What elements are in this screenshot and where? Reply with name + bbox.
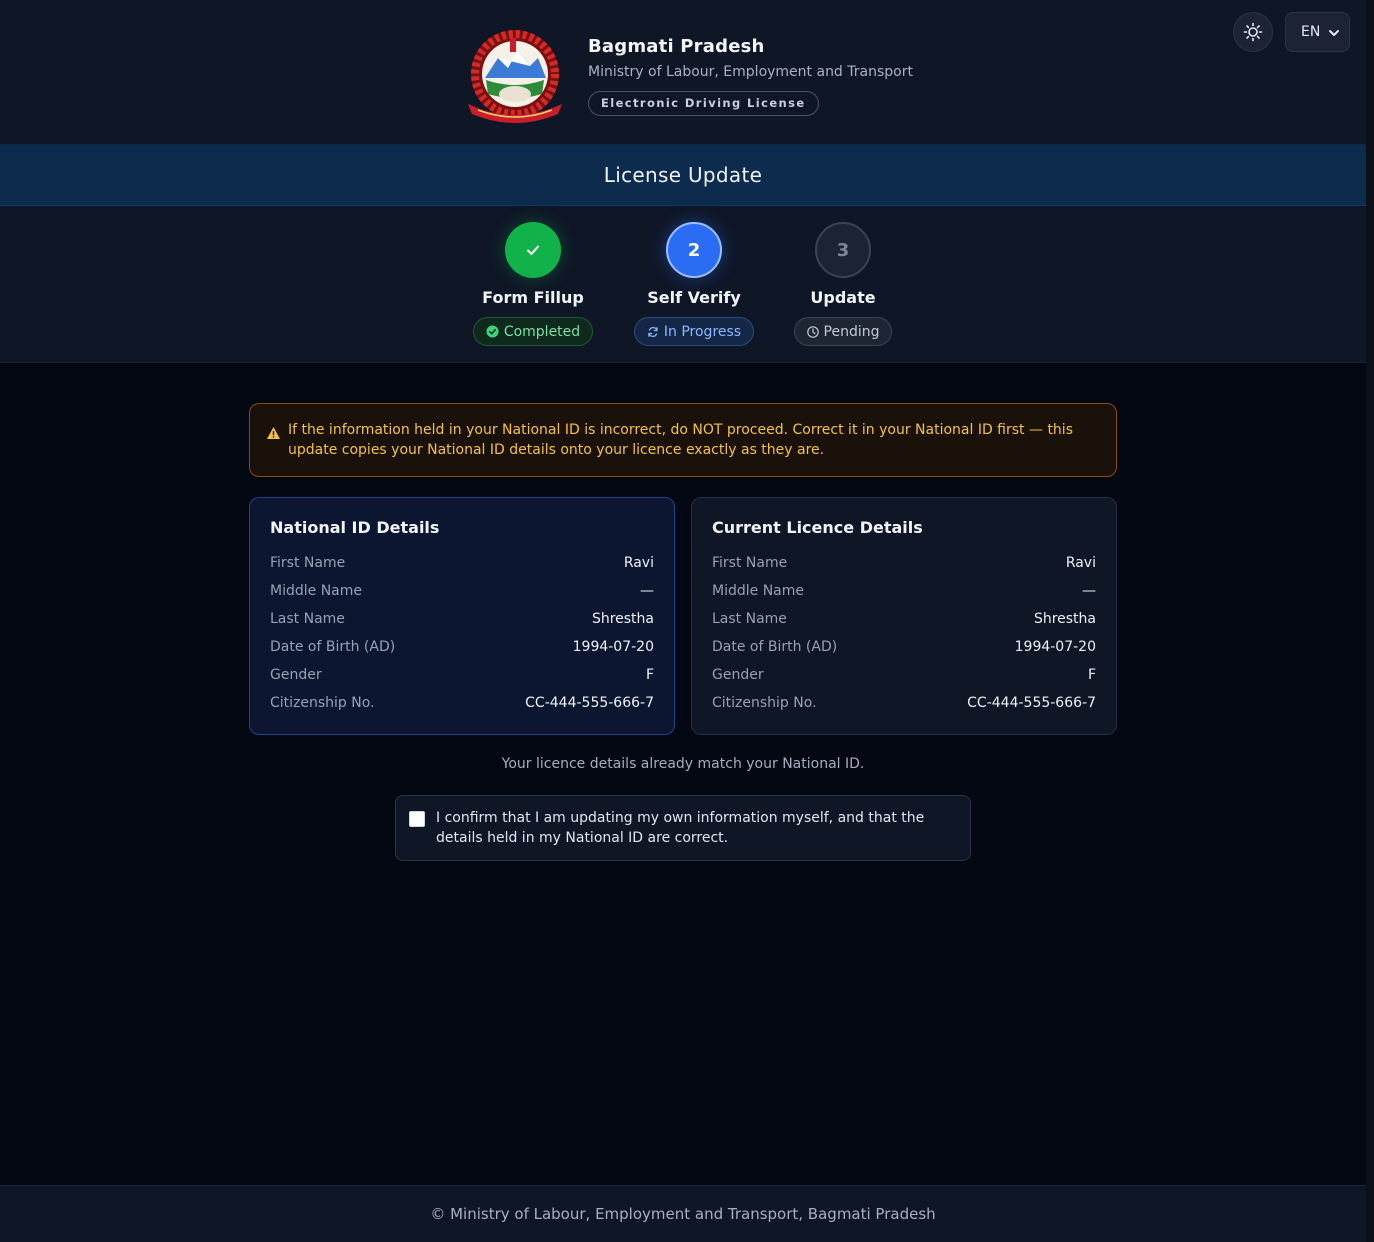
scrollbar[interactable] [1366,0,1374,1242]
detail-label: Last Name [712,611,787,627]
page: Bagmati Pradesh Ministry of Labour, Empl… [0,0,1366,1242]
detail-value: CC-444-555-666-7 [525,695,654,711]
detail-row: Last Name Shrestha [712,605,1096,633]
detail-value: 1994-07-20 [1014,639,1096,655]
step-3-label: Update [810,288,876,307]
step-3-status-badge: Pending [793,317,893,346]
theme-toggle-button[interactable] [1233,12,1273,52]
footer-text: © Ministry of Labour, Employment and Tra… [430,1205,936,1223]
emblem-logo [468,30,562,123]
current-licence-title: Current Licence Details [712,518,923,537]
detail-label: Gender [270,667,322,683]
step-3-circle: 3 [815,222,871,278]
detail-row: Date of Birth (AD) 1994-07-20 [270,633,654,661]
language-value: EN [1301,24,1321,40]
step-2-label: Self Verify [647,288,741,307]
detail-label: Middle Name [712,583,804,599]
warning-alert: If the information held in your National… [249,403,1117,477]
detail-value: Shrestha [1033,611,1096,627]
confirm-text: I confirm that I am updating my own info… [436,810,925,846]
language-select[interactable]: EN [1285,12,1350,52]
brand-pill: Electronic Driving License [588,91,819,116]
detail-label: First Name [712,555,788,571]
detail-value: Ravi [623,555,654,571]
detail-label: Gender [712,667,764,683]
step-2-status: In Progress [663,323,742,340]
sun-icon [1243,22,1263,42]
check-circle-icon [486,325,499,338]
detail-label: Citizenship No. [712,695,817,711]
progress-stepper: Form Fillup Completed 2 Self Verify In P… [0,206,1366,363]
detail-label: Date of Birth (AD) [270,639,396,655]
match-note: Your licence details already match your … [501,756,865,772]
page-title: License Update [603,163,763,187]
step-self-verify: 2 Self Verify In Progress [614,222,774,346]
detail-value: 1994-07-20 [572,639,654,655]
step-1-label: Form Fillup [482,288,584,307]
detail-row: Middle Name — [270,577,654,605]
detail-label: Last Name [270,611,345,627]
refresh-icon [648,326,658,337]
national-id-title: National ID Details [270,518,440,537]
app-header: Bagmati Pradesh Ministry of Labour, Empl… [0,0,1366,145]
warning-text: If the information held in your National… [288,422,1073,458]
detail-row: Citizenship No. CC-444-555-666-7 [270,689,654,717]
clock-icon [806,325,819,338]
detail-value: F [645,667,654,683]
step-2-status-badge: In Progress [633,317,755,346]
confirm-box[interactable]: I confirm that I am updating my own info… [395,795,971,861]
detail-value: CC-444-555-666-7 [967,695,1096,711]
detail-value: Ravi [1065,555,1096,571]
detail-row: Gender F [712,661,1096,689]
detail-value: Shrestha [591,611,654,627]
step-1-circle [505,222,561,278]
detail-label: Middle Name [270,583,362,599]
detail-label: Citizenship No. [270,695,375,711]
detail-value: — [640,583,654,599]
step-form-fillup: Form Fillup Completed [453,222,613,346]
step-update: 3 Update Pending [763,222,923,346]
brand-title: Bagmati Pradesh [588,36,765,57]
warning-icon [267,427,280,439]
detail-row: Last Name Shrestha [270,605,654,633]
detail-row: First Name Ravi [270,549,654,577]
detail-row: First Name Ravi [712,549,1096,577]
national-id-card: National ID Details First Name Ravi Middl… [249,497,675,735]
step-2-number: 2 [687,239,701,261]
detail-value: F [1087,667,1096,683]
detail-row: Middle Name — [712,577,1096,605]
step-3-number: 3 [836,239,850,261]
step-3-status: Pending [823,323,880,340]
step-1-status: Completed [503,323,581,340]
step-1-status-badge: Completed [472,317,594,346]
detail-value: — [1082,583,1096,599]
detail-row: Citizenship No. CC-444-555-666-7 [712,689,1096,717]
detail-row: Gender F [270,661,654,689]
page-title-bar: License Update [0,145,1366,206]
detail-row: Date of Birth (AD) 1994-07-20 [712,633,1096,661]
step-2-circle: 2 [666,222,722,278]
current-licence-card: Current Licence Details First Name Ravi M… [691,497,1117,735]
chevron-down-icon [1329,30,1339,36]
page-footer: © Ministry of Labour, Employment and Tra… [0,1185,1366,1242]
check-icon [527,245,539,255]
confirm-checkbox[interactable] [409,811,425,827]
brand-subtitle: Ministry of Labour, Employment and Trans… [588,64,913,80]
detail-label: Date of Birth (AD) [712,639,838,655]
detail-label: First Name [270,555,346,571]
